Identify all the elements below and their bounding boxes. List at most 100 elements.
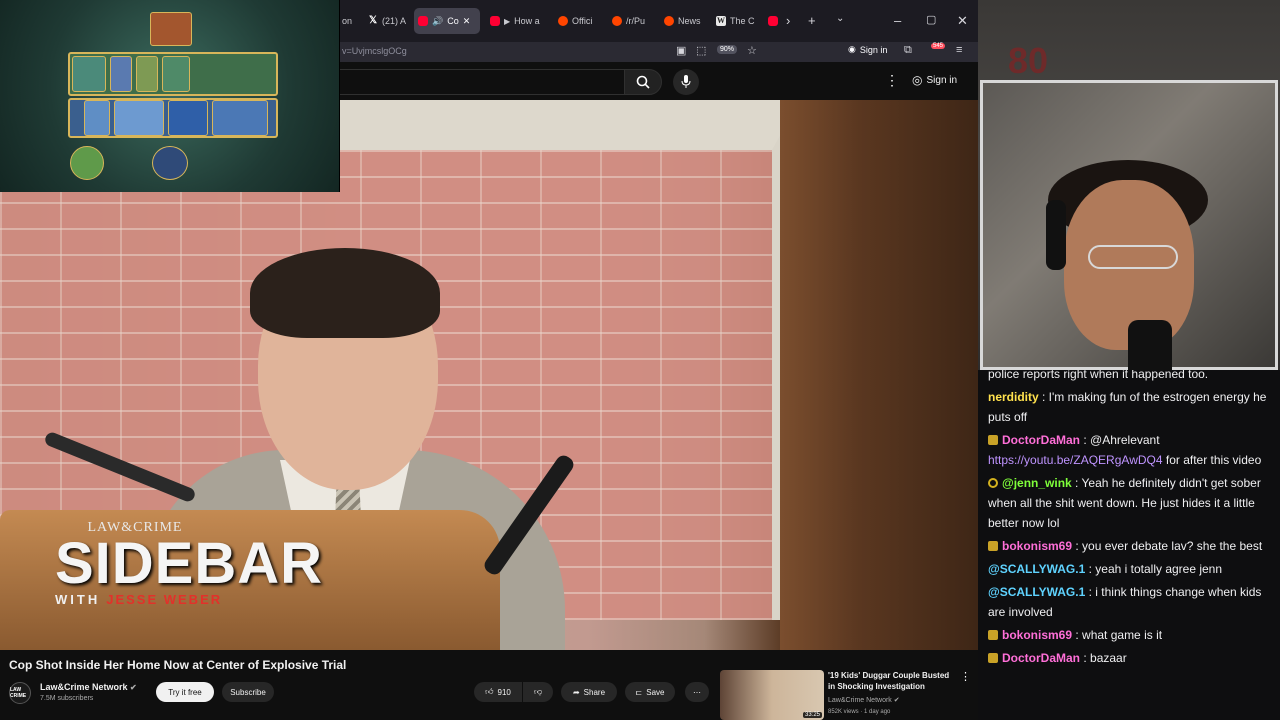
chat-username[interactable]: @SCALLYWAG.1 (988, 585, 1085, 599)
account-icon: ◎ (912, 73, 923, 87)
microphone-icon (681, 75, 691, 88)
tab-3[interactable]: ▶ How a (486, 8, 546, 34)
game-card (72, 56, 106, 92)
chat-message: @SCALLYWAG.1 : i think things change whe… (988, 582, 1274, 622)
tab-7[interactable]: W The C (712, 8, 758, 34)
tab-1[interactable]: 𝕏 (21) A (364, 8, 410, 34)
chat-message: @jenn_wink : Yeah he definitely didn't g… (988, 473, 1274, 533)
browser-signin-button[interactable]: ◉ Sign in (848, 44, 887, 55)
show-logo: LAW&CRIME SIDEBAR WITH JESSE WEBER (55, 520, 324, 607)
headphones-icon (1046, 200, 1066, 270)
recommended-channel-label: Law&Crime Network (828, 697, 892, 704)
chat-message: DoctorDaMan : bazaar (988, 648, 1274, 668)
reddit-icon (558, 16, 568, 26)
recommended-thumbnail[interactable]: 33:25 (720, 670, 824, 720)
recommended-channel[interactable]: Law&Crime Network ✔ (828, 696, 900, 704)
youtube-icon (418, 16, 428, 26)
video-duration: 33:25 (802, 712, 822, 718)
chat-text: for after this video (1162, 453, 1262, 467)
tab-label: /r/Pu (626, 16, 646, 26)
zoom-level[interactable]: 90% (717, 45, 738, 54)
play-icon: ▶ (504, 16, 511, 26)
logo-title: SIDEBAR (55, 531, 324, 596)
channel-name[interactable]: Law&Crime Network ✔ (40, 682, 137, 692)
close-tab-icon[interactable]: ✕ (463, 16, 471, 27)
tab-0[interactable]: on (338, 8, 364, 34)
tab-label: Co (447, 16, 459, 26)
voice-search-button[interactable] (673, 69, 699, 95)
bookmark-star-icon[interactable]: ☆ (747, 44, 757, 57)
chat-text: police reports right when it happened to… (988, 370, 1209, 381)
menu-icon[interactable]: ≡ (956, 44, 962, 56)
speaker-icon[interactable]: 🔊 (432, 16, 443, 27)
chat-username[interactable]: DoctorDaMan (1002, 651, 1080, 665)
save-button[interactable]: ⊏ Save (625, 682, 675, 702)
game-hero-portrait (70, 146, 104, 180)
maximize-icon[interactable]: ▢ (926, 13, 936, 26)
tab-5[interactable]: /r/Pu (608, 8, 654, 34)
subscribe-button[interactable]: Subscribe (222, 682, 274, 702)
screenshot-icon[interactable]: ⬚ (696, 44, 706, 57)
try-free-button[interactable]: Try it free (156, 682, 214, 702)
more-horizontal-icon: ⋯ (693, 687, 701, 697)
x-icon: 𝕏 (368, 15, 378, 26)
new-tab-icon[interactable]: + (808, 13, 816, 28)
close-window-icon[interactable]: ✕ (957, 13, 968, 29)
chevron-down-icon[interactable]: ⌄ (836, 13, 844, 24)
like-button[interactable]: 👍︎ 910 (474, 682, 522, 702)
picture-in-picture-icon[interactable]: ▣ (676, 44, 686, 57)
tab-label: The C (730, 16, 755, 26)
subscriber-count: 7.5M subscribers (40, 695, 94, 702)
chat-username[interactable]: bokonism69 (1002, 539, 1072, 553)
recommended-title[interactable]: '19 Kids' Duggar Couple Busted in Shocki… (828, 670, 956, 692)
channel-name-label: Law&Crime Network (40, 682, 128, 692)
search-button[interactable] (624, 69, 662, 95)
tab-label: (21) A (382, 16, 407, 26)
chat-username[interactable]: bokonism69 (1002, 628, 1072, 642)
verified-icon: ✔ (130, 683, 137, 692)
microphone (1128, 320, 1172, 370)
share-button[interactable]: ➦ Share (561, 682, 617, 702)
more-actions-button[interactable]: ⋯ (685, 682, 709, 702)
tab-4[interactable]: Offici (554, 8, 600, 34)
dislike-button[interactable]: 👎︎ (523, 682, 553, 702)
chat-text: : bazaar (1080, 651, 1127, 665)
youtube-signin-button[interactable]: ◎ Sign in (912, 73, 957, 87)
search-input[interactable] (330, 69, 624, 95)
url-bar[interactable]: v=UvjmcslgOCg (338, 42, 778, 62)
logo-host: JESSE WEBER (106, 592, 223, 607)
recommended-meta: 852K views · 1 day ago (828, 709, 891, 715)
logo-with-label: WITH (55, 592, 101, 607)
chevron-right-icon[interactable]: › (786, 13, 790, 28)
video-title: Cop Shot Inside Her Home Now at Center o… (9, 658, 347, 672)
chat-message: nerdidity : I'm making fun of the estrog… (988, 387, 1274, 427)
game-opponent-portrait (152, 146, 188, 180)
chat-username[interactable]: nerdidity (988, 390, 1039, 404)
minimize-icon[interactable]: – (894, 13, 901, 28)
game-card (168, 100, 208, 136)
chat-username[interactable]: @SCALLYWAG.1 (988, 562, 1085, 576)
tab-active[interactable]: 🔊 Co ✕ (414, 8, 480, 34)
chat-username[interactable]: DoctorDaMan (1002, 433, 1080, 447)
tab-8[interactable] (764, 8, 782, 34)
game-chest (150, 12, 192, 46)
chat-link[interactable]: https://youtu.be/ZAQERgAwDQ4 (988, 453, 1163, 467)
game-card (162, 56, 190, 92)
thumbs-up-icon: 👍︎ (485, 687, 494, 696)
chat-message: bokonism69 : you ever debate lav? she th… (988, 536, 1274, 556)
chat-username[interactable]: @jenn_wink (1002, 476, 1072, 490)
tab-6[interactable]: News (660, 8, 706, 34)
account-icon: ◉ (848, 44, 856, 54)
more-options-icon[interactable]: ⋮ (960, 670, 971, 683)
chat-text: : what game is it (1072, 628, 1163, 642)
game-card (110, 56, 132, 92)
more-options-icon[interactable]: ⋮ (885, 72, 899, 89)
share-label: Share (583, 687, 606, 697)
channel-avatar[interactable]: LAW CRIME (9, 682, 31, 704)
subscriber-badge-icon (988, 630, 998, 640)
extensions-icon[interactable]: ⧉ (904, 44, 912, 57)
youtube-signin-label: Sign in (926, 74, 958, 86)
game-card (136, 56, 158, 92)
notification-badge: 545 (931, 43, 946, 49)
tab-label: How a (514, 16, 540, 26)
